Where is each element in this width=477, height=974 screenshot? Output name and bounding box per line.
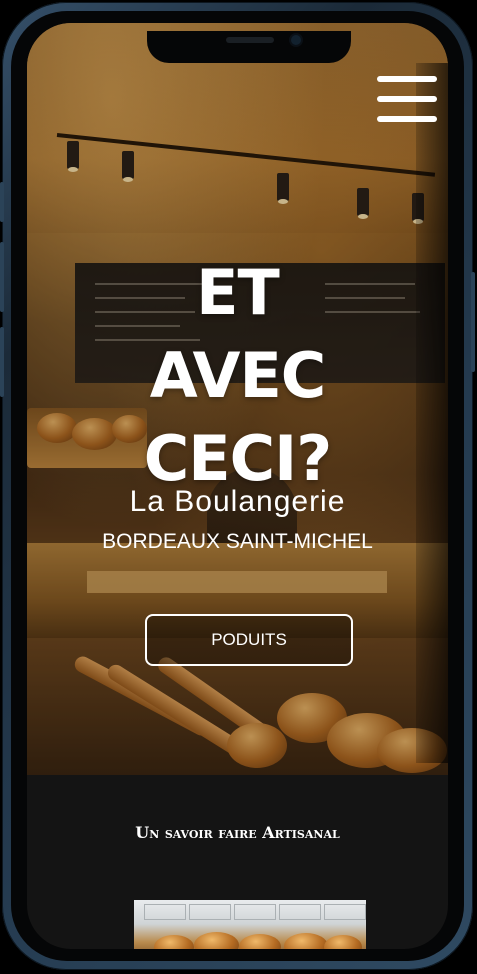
- hero-title-line: ET: [196, 256, 280, 329]
- hero-location: BORDEAUX SAINT-MICHEL: [102, 530, 373, 553]
- phone-side-button: [0, 327, 4, 397]
- bread-roll: [154, 935, 194, 949]
- hero-title-line: AVEC: [149, 339, 327, 412]
- wall-tile: [234, 904, 276, 920]
- phone-screen: ET AVEC CECI? La Boulangerie BORDEAUX SA…: [27, 23, 448, 949]
- hero-section: ET AVEC CECI? La Boulangerie BORDEAUX SA…: [27, 23, 448, 775]
- section-image: [134, 900, 366, 949]
- wall-tile: [324, 904, 366, 920]
- wall-tile: [279, 904, 321, 920]
- phone-speaker: [226, 37, 274, 43]
- phone-frame: ET AVEC CECI? La Boulangerie BORDEAUX SA…: [0, 2, 475, 970]
- wall-tile: [144, 904, 186, 920]
- phone-side-button: [0, 242, 4, 312]
- wall-tile: [189, 904, 231, 920]
- hero-title: ET AVEC CECI?: [27, 251, 448, 500]
- hamburger-bar: [377, 76, 437, 82]
- bread-roll: [194, 932, 239, 949]
- products-button[interactable]: PODUITS: [145, 614, 353, 666]
- bread-roll: [324, 935, 362, 949]
- phone-side-button: [471, 272, 475, 372]
- hamburger-menu-icon[interactable]: [377, 76, 437, 122]
- bread-roll: [284, 933, 328, 949]
- hero-subtitle: La Boulangerie: [129, 485, 346, 518]
- phone-bezel: ET AVEC CECI? La Boulangerie BORDEAUX SA…: [11, 11, 464, 961]
- phone-side-button: [0, 182, 4, 222]
- hamburger-bar: [377, 96, 437, 102]
- phone-notch: [147, 31, 351, 63]
- hamburger-bar: [377, 116, 437, 122]
- section-title: Un savoir faire Artisanal: [135, 823, 340, 842]
- front-camera-icon: [291, 35, 301, 45]
- bread-roll: [239, 934, 281, 949]
